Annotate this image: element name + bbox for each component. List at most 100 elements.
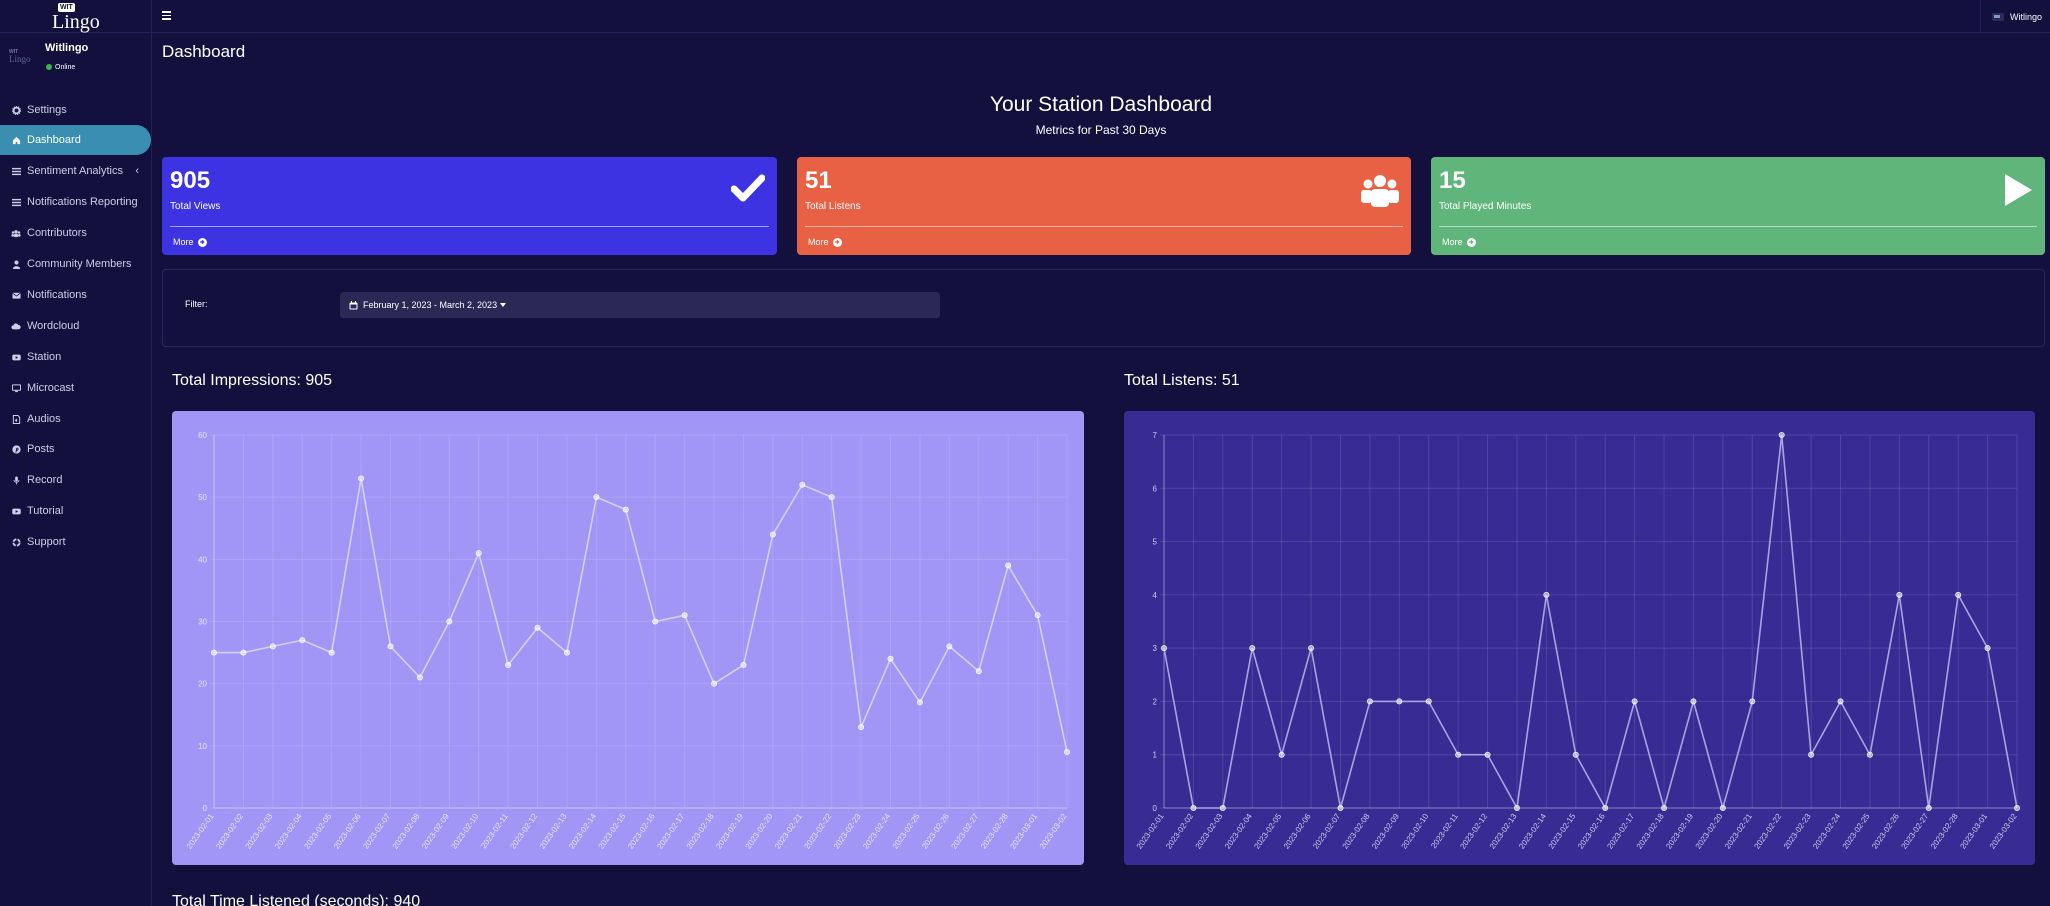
sidebar-item-wordcloud[interactable]: Wordcloud <box>0 311 151 341</box>
total-played-minutes-box: 15 Total Played Minutes More <box>1431 157 2045 255</box>
data-point[interactable] <box>1984 645 1991 652</box>
data-point[interactable] <box>387 643 394 650</box>
data-point[interactable] <box>1719 804 1726 811</box>
sidebar-item-tutorial[interactable]: Tutorial <box>0 496 151 526</box>
data-point[interactable] <box>1513 804 1520 811</box>
data-point[interactable] <box>1572 751 1579 758</box>
data-point[interactable] <box>1064 749 1071 756</box>
data-point[interactable] <box>1034 612 1041 619</box>
data-point[interactable] <box>534 624 541 631</box>
y-tick-label: 5 <box>1153 538 1158 547</box>
data-point[interactable] <box>1308 645 1315 652</box>
data-point[interactable] <box>563 649 570 656</box>
sidebar-item-label: Audios <box>27 413 61 425</box>
data-point[interactable] <box>211 649 218 656</box>
data-point[interactable] <box>269 643 276 650</box>
data-point[interactable] <box>1396 698 1403 705</box>
data-point[interactable] <box>1249 645 1256 652</box>
data-point[interactable] <box>1190 804 1197 811</box>
data-point[interactable] <box>1896 591 1903 598</box>
data-point[interactable] <box>1631 698 1638 705</box>
total-listens-box: 51 Total Listens More <box>797 157 1411 255</box>
data-point[interactable] <box>1602 804 1609 811</box>
data-point[interactable] <box>1778 431 1785 438</box>
data-point[interactable] <box>1808 751 1815 758</box>
data-point[interactable] <box>299 637 306 644</box>
date-range-picker[interactable]: February 1, 2023 - March 2, 2023 <box>340 292 940 318</box>
sidebar-item-notifications-reporting[interactable]: Notifications Reporting <box>0 187 151 217</box>
data-point[interactable] <box>916 699 923 706</box>
data-point[interactable] <box>1278 751 1285 758</box>
top-avatar <box>1991 12 2004 21</box>
data-point[interactable] <box>1455 751 1462 758</box>
sidebar-item-contributors[interactable]: Contributors <box>0 218 151 248</box>
data-point[interactable] <box>505 662 512 669</box>
data-point[interactable] <box>887 655 894 662</box>
sidebar-item-posts[interactable]: Posts <box>0 434 151 464</box>
x-tick-label: 2023-02-10 <box>1400 812 1431 851</box>
x-tick-label: 2023-02-05 <box>1252 812 1283 851</box>
data-point[interactable] <box>828 494 835 501</box>
arrow-circle-right-icon <box>832 237 842 247</box>
data-point[interactable] <box>1219 804 1226 811</box>
data-point[interactable] <box>2014 804 2021 811</box>
sidebar-item-settings[interactable]: Settings <box>0 95 151 125</box>
data-point[interactable] <box>652 618 659 625</box>
data-point[interactable] <box>1484 751 1491 758</box>
data-point[interactable] <box>240 649 247 656</box>
sidebar-item-notifications[interactable]: Notifications <box>0 280 151 310</box>
total-played-minutes-more-link[interactable]: More <box>1442 237 1476 247</box>
sidebar-item-microcast[interactable]: Microcast <box>0 373 151 403</box>
data-point[interactable] <box>799 481 806 488</box>
brand-logo[interactable]: WIT Lingo <box>0 0 152 33</box>
arrow-circle-right-icon <box>1466 237 1476 247</box>
data-point[interactable] <box>475 550 482 557</box>
sidebar-item-sentiment-analytics[interactable]: Sentiment Analytics ‹ <box>0 156 151 186</box>
data-point[interactable] <box>1749 698 1756 705</box>
data-point[interactable] <box>1690 698 1697 705</box>
data-point[interactable] <box>446 618 453 625</box>
x-tick-label: 2023-02-27 <box>1900 812 1931 851</box>
x-tick-label: 2023-02-06 <box>332 812 363 851</box>
data-point[interactable] <box>1161 645 1168 652</box>
sidebar-item-label: Support <box>27 536 66 548</box>
top-user-menu[interactable]: Witlingo <box>1980 0 2050 33</box>
sidebar-item-station[interactable]: Station <box>0 342 151 372</box>
sidebar-item-audios[interactable]: Audios <box>0 404 151 434</box>
data-point[interactable] <box>1925 804 1932 811</box>
data-point[interactable] <box>1543 591 1550 598</box>
sidebar-item-support[interactable]: Support <box>0 527 151 557</box>
data-point[interactable] <box>1366 698 1373 705</box>
y-tick-label: 30 <box>198 618 207 627</box>
data-point[interactable] <box>593 494 600 501</box>
hamburger-menu-icon[interactable] <box>162 11 171 20</box>
data-point[interactable] <box>1955 591 1962 598</box>
sidebar-item-label: Notifications Reporting <box>27 196 138 208</box>
sidebar-item-record[interactable]: Record <box>0 465 151 495</box>
x-tick-label: 2023-02-04 <box>1223 812 1254 851</box>
sidebar-item-label: Microcast <box>27 382 75 394</box>
total-views-more-link[interactable]: More <box>173 237 207 247</box>
data-point[interactable] <box>416 674 423 681</box>
data-point[interactable] <box>1005 562 1012 569</box>
data-point[interactable] <box>711 680 718 687</box>
data-point[interactable] <box>328 649 335 656</box>
data-point[interactable] <box>1425 698 1432 705</box>
data-point[interactable] <box>769 531 776 538</box>
data-point[interactable] <box>1837 698 1844 705</box>
data-point[interactable] <box>681 612 688 619</box>
sidebar-item-community-members[interactable]: Community Members <box>0 249 151 279</box>
total-listens-more-link[interactable]: More <box>808 237 842 247</box>
data-point[interactable] <box>622 506 629 513</box>
data-point[interactable] <box>858 724 865 731</box>
x-tick-label: 2023-02-01 <box>1135 812 1166 851</box>
data-point[interactable] <box>1866 751 1873 758</box>
data-point[interactable] <box>358 475 365 482</box>
data-point[interactable] <box>975 668 982 675</box>
filter-label: Filter: <box>185 299 208 309</box>
sidebar-item-dashboard[interactable]: Dashboard <box>0 125 151 155</box>
data-point[interactable] <box>1661 804 1668 811</box>
data-point[interactable] <box>1337 804 1344 811</box>
data-point[interactable] <box>740 662 747 669</box>
data-point[interactable] <box>946 643 953 650</box>
